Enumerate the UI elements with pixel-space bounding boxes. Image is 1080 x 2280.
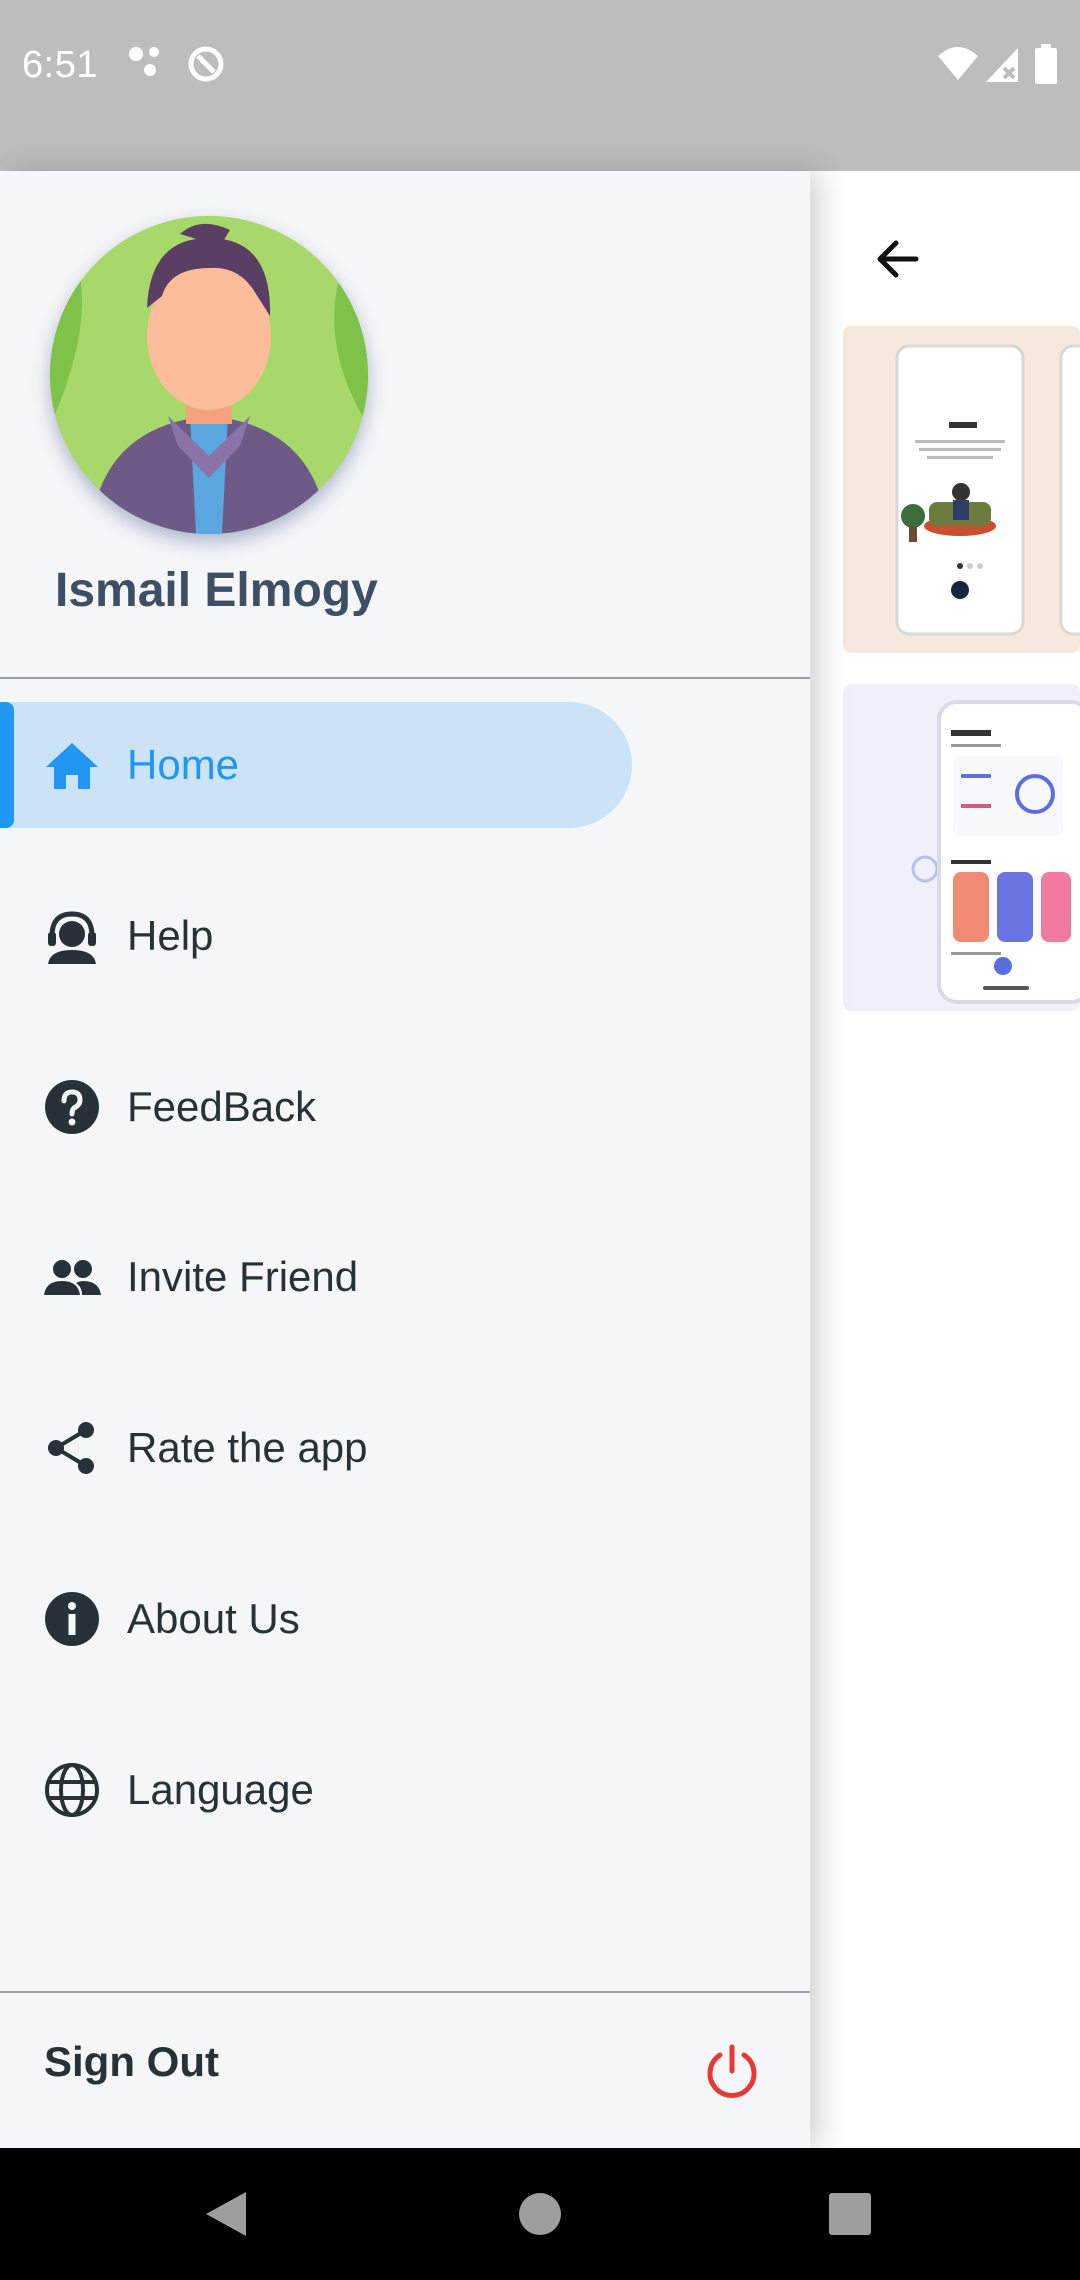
menu-item-language[interactable]: Language bbox=[0, 1727, 810, 1853]
menu-item-help[interactable]: Help bbox=[0, 873, 810, 999]
app-preview-card-relax[interactable] bbox=[843, 326, 1080, 653]
menu-item-label: Rate the app bbox=[127, 1424, 368, 1471]
recents-square-icon[interactable] bbox=[822, 2186, 878, 2242]
share-icon bbox=[48, 1422, 94, 1474]
menu-item-label: FeedBack bbox=[127, 1083, 317, 1130]
help-circle-icon bbox=[45, 1080, 99, 1134]
menu-item-feedback[interactable]: FeedBack bbox=[0, 1044, 810, 1170]
user-name: Ismail Elmogy bbox=[55, 564, 378, 617]
diary-screenshot-illustration bbox=[911, 700, 1080, 1004]
divider bbox=[0, 677, 810, 679]
menu-item-label: About Us bbox=[127, 1595, 300, 1642]
globe-icon bbox=[45, 1763, 99, 1817]
system-nav-bar bbox=[0, 2148, 1080, 2280]
menu-item-label: Help bbox=[127, 912, 214, 959]
wifi-icon bbox=[938, 47, 978, 80]
menu-item-label: Home bbox=[127, 741, 240, 788]
menu-item-invite-friend[interactable]: Invite Friend bbox=[0, 1214, 810, 1340]
menu-item-home[interactable]: Home bbox=[0, 702, 810, 828]
menu-item-label: Language bbox=[127, 1766, 314, 1813]
home-icon bbox=[46, 743, 98, 789]
navigation-drawer: Ismail Elmogy Home Help FeedBack Invite … bbox=[0, 171, 810, 2148]
relax-screenshot-illustration bbox=[895, 344, 1080, 636]
assistant-dots-icon bbox=[129, 47, 159, 76]
active-indicator bbox=[0, 702, 14, 828]
app-preview-card-diary[interactable] bbox=[843, 684, 1080, 1011]
status-bar: 6:51 bbox=[0, 0, 1080, 171]
data-saver-icon bbox=[188, 46, 224, 82]
people-icon bbox=[44, 1260, 101, 1295]
battery-icon bbox=[1035, 44, 1057, 84]
home-circle-icon[interactable] bbox=[512, 2186, 568, 2242]
menu-item-rate-app[interactable]: Rate the app bbox=[0, 1385, 810, 1511]
power-icon[interactable] bbox=[702, 2041, 762, 2101]
status-time: 6:51 bbox=[22, 44, 98, 86]
info-icon bbox=[45, 1592, 99, 1646]
menu-item-label: Invite Friend bbox=[127, 1253, 359, 1300]
back-triangle-icon[interactable] bbox=[198, 2186, 254, 2242]
signal-icon bbox=[986, 48, 1018, 82]
avatar[interactable] bbox=[50, 216, 368, 534]
user-avatar-illustration bbox=[50, 216, 368, 534]
menu-item-about-us[interactable]: About Us bbox=[0, 1556, 810, 1682]
back-arrow-icon[interactable] bbox=[870, 231, 926, 287]
support-agent-icon bbox=[48, 911, 96, 964]
sign-out-label[interactable]: Sign Out bbox=[44, 2038, 219, 2086]
divider bbox=[0, 1991, 810, 1993]
